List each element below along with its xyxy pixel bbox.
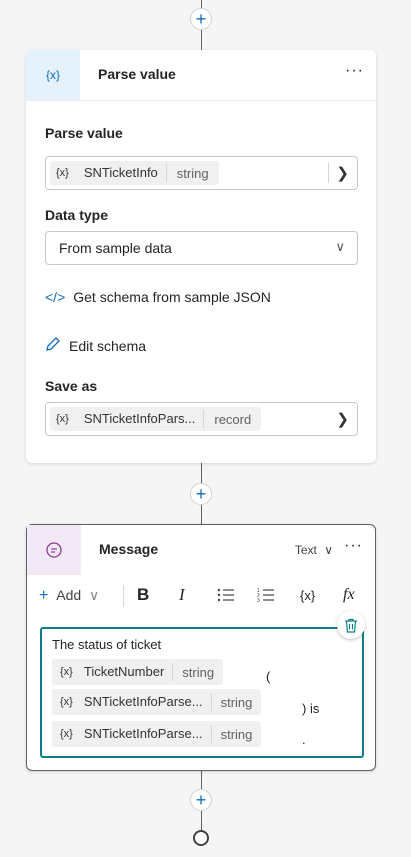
node-title: Message xyxy=(99,541,159,557)
delete-button[interactable] xyxy=(337,611,365,639)
svg-text:3: 3 xyxy=(257,598,260,603)
formula-button[interactable]: fx xyxy=(343,586,355,604)
bold-button[interactable]: B xyxy=(137,585,149,605)
data-type-dropdown[interactable]: From sample data ∨ xyxy=(45,231,358,265)
message-node[interactable]: Message Text ∨ ··· + Add ∨ B I 1 2 3 {x} xyxy=(26,524,376,771)
variable-icon: {x} xyxy=(56,413,69,425)
more-options-button[interactable]: ··· xyxy=(345,62,364,80)
message-text: The status of ticket xyxy=(52,637,162,652)
add-step-button[interactable]: + xyxy=(190,789,212,811)
add-step-button[interactable]: + xyxy=(190,8,212,30)
message-text: ) is xyxy=(302,701,320,716)
code-icon: </> xyxy=(45,289,66,305)
chevron-down-icon: ∨ xyxy=(89,587,100,603)
parse-value-node[interactable]: {x} Parse value ··· Parse value {x} SNTi… xyxy=(26,50,376,463)
variable-type: string xyxy=(220,694,253,710)
variable-icon: {x} xyxy=(60,666,73,678)
variable-chip[interactable]: {x} TicketNumber string xyxy=(52,659,224,685)
edit-schema-link[interactable]: Edit schema xyxy=(45,336,146,355)
message-text: ( xyxy=(266,669,271,684)
add-button[interactable]: + Add ∨ xyxy=(39,587,99,605)
variable-icon: {x} xyxy=(60,696,73,708)
parse-value-label: Parse value xyxy=(45,125,123,141)
chevron-right-icon[interactable]: ❯ xyxy=(336,164,349,182)
message-type-value: Text xyxy=(294,543,317,557)
parse-value-field[interactable]: {x} SNTicketInfo string ❯ xyxy=(45,156,358,190)
variable-name: SNTicketInfoParse... xyxy=(82,725,212,743)
message-text: . xyxy=(302,732,306,747)
variable-name: SNTicketInfoPars... xyxy=(76,410,205,428)
save-as-label: Save as xyxy=(45,378,98,394)
chat-bubble-icon xyxy=(27,525,81,575)
toolbar-divider xyxy=(123,585,124,607)
node-header: Message Text ∨ ··· xyxy=(27,525,375,575)
variable-chip[interactable]: {x} SNTicketInfoParse... string xyxy=(52,721,262,747)
variable-chip[interactable]: {x} SNTicketInfoParse... string xyxy=(52,689,262,715)
add-label: Add xyxy=(56,587,82,603)
variable-name: TicketNumber xyxy=(82,663,174,681)
numbered-list-button[interactable]: 1 2 3 xyxy=(257,587,275,606)
bullet-list-icon xyxy=(217,588,234,602)
variable-chip[interactable]: {x} SNTicketInfoPars... record xyxy=(50,407,262,431)
message-type-dropdown[interactable]: Text ∨ xyxy=(295,543,333,557)
end-node xyxy=(193,830,209,846)
add-step-button[interactable]: + xyxy=(190,483,212,505)
node-title: Parse value xyxy=(98,66,176,82)
variable-type: string xyxy=(176,165,209,181)
data-type-value: From sample data xyxy=(59,240,172,256)
variable-name: SNTicketInfoParse... xyxy=(82,693,212,711)
numbered-list-icon: 1 2 3 xyxy=(257,588,274,604)
edit-schema-label: Edit schema xyxy=(69,337,147,354)
insert-variable-button[interactable]: {x} xyxy=(300,588,315,603)
variable-type: string xyxy=(182,664,215,680)
chevron-right-icon[interactable]: ❯ xyxy=(336,410,349,428)
field-divider xyxy=(328,163,329,183)
italic-button[interactable]: I xyxy=(179,585,185,605)
bullet-list-button[interactable] xyxy=(217,587,235,606)
chevron-down-icon: ∨ xyxy=(324,543,333,557)
save-as-field[interactable]: {x} SNTicketInfoPars... record ❯ xyxy=(45,402,358,436)
node-header: {x} Parse value ··· xyxy=(26,50,376,101)
variable-icon: {x} xyxy=(56,167,69,179)
variable-icon: {x} xyxy=(26,50,80,100)
variable-type: record xyxy=(214,411,252,427)
variable-name: SNTicketInfo xyxy=(76,164,167,182)
variable-chip[interactable]: {x} SNTicketInfo string xyxy=(50,161,219,185)
data-type-label: Data type xyxy=(45,207,109,223)
pencil-icon xyxy=(45,336,61,355)
variable-type: string xyxy=(220,726,253,742)
variable-icon: {x} xyxy=(60,728,73,740)
get-schema-link[interactable]: </> Get schema from sample JSON xyxy=(45,289,271,305)
get-schema-label: Get schema from sample JSON xyxy=(73,289,271,305)
trash-icon xyxy=(345,618,357,633)
plus-icon: + xyxy=(39,587,49,604)
more-options-button[interactable]: ··· xyxy=(344,537,363,555)
chevron-down-icon: ∨ xyxy=(335,239,345,254)
message-text-editor[interactable]: The status of ticket {x} TicketNumber st… xyxy=(40,627,364,758)
